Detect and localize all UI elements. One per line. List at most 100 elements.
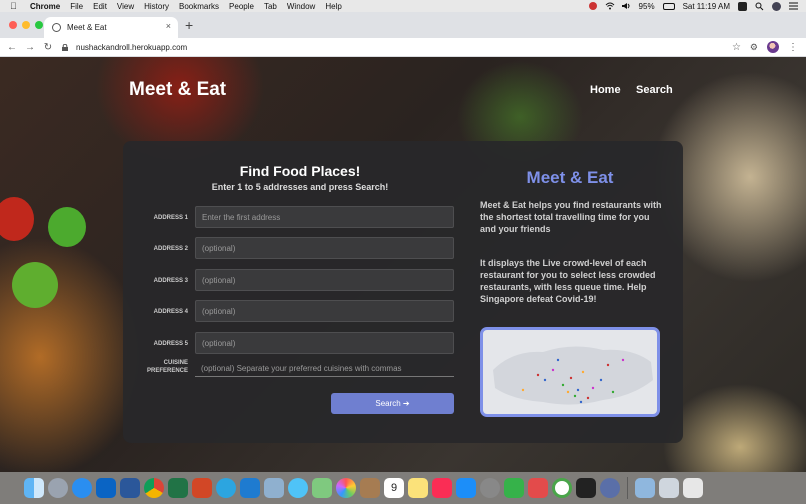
outlook-icon[interactable]	[96, 478, 116, 498]
address-5-input[interactable]: (optional)	[195, 332, 454, 354]
menu-bar:  Chrome File Edit View History Bookmark…	[0, 0, 806, 12]
safari-icon[interactable]	[72, 478, 92, 498]
singapore-crowd-map[interactable]	[480, 327, 660, 417]
about-paragraph-2: It displays the Live crowd-level of each…	[480, 258, 656, 304]
url-text: nushackandroll.herokuapp.com	[76, 43, 188, 52]
nav-search-link[interactable]: Search	[636, 84, 673, 96]
food-background-decoration	[48, 207, 86, 247]
close-window-button[interactable]	[9, 21, 17, 29]
photos-icon[interactable]	[336, 478, 356, 498]
about-paragraph-1: Meet & Eat helps you find restaurants wi…	[480, 200, 662, 234]
gift-icon[interactable]	[528, 478, 548, 498]
food-background-decoration	[0, 197, 34, 241]
maps-icon[interactable]	[312, 478, 332, 498]
profile-avatar[interactable]	[767, 41, 779, 53]
word-icon[interactable]	[120, 478, 140, 498]
notes-yellow-icon[interactable]	[408, 478, 428, 498]
browser-tab-strip: Meet & Eat × +	[0, 12, 806, 38]
address-3-input[interactable]: (optional)	[195, 269, 454, 291]
address-2-input[interactable]: (optional)	[195, 237, 454, 259]
search-button[interactable]: Search ➔	[331, 393, 454, 414]
web-page: Meet & Eat Home Search Find Food Places!…	[0, 57, 806, 472]
menu-window[interactable]: Window	[287, 2, 315, 11]
a-input-icon[interactable]	[738, 1, 747, 11]
powerpoint-icon[interactable]	[192, 478, 212, 498]
bookmark-star-icon[interactable]: ☆	[732, 42, 741, 53]
launchpad-icon[interactable]	[48, 478, 68, 498]
dock-separator	[627, 477, 628, 499]
cuisine-input[interactable]: (optional) Separate your preferred cuisi…	[195, 361, 454, 377]
address-3-label: ADDRESS 3	[153, 278, 188, 284]
battery-percent: 95%	[638, 1, 655, 11]
menu-bookmarks[interactable]: Bookmarks	[179, 2, 219, 11]
spotlight-icon[interactable]	[755, 2, 764, 11]
calendar-icon[interactable]: 9	[384, 478, 404, 498]
terminal-icon[interactable]	[576, 478, 596, 498]
menu-app-name[interactable]: Chrome	[30, 2, 60, 11]
chrome-icon[interactable]	[144, 478, 164, 498]
back-arrow-icon[interactable]: ←	[6, 41, 18, 53]
menu-people[interactable]: People	[229, 2, 254, 11]
menu-edit[interactable]: Edit	[93, 2, 107, 11]
menu-history[interactable]: History	[144, 2, 169, 11]
nav-home-link[interactable]: Home	[590, 84, 621, 96]
globe-icon	[52, 23, 61, 32]
search-card: Find Food Places! Enter 1 to 5 addresses…	[123, 141, 683, 443]
numbers-icon[interactable]	[504, 478, 524, 498]
music-icon[interactable]	[432, 478, 452, 498]
map-graphic	[493, 346, 653, 405]
address-2-label: ADDRESS 2	[153, 246, 188, 252]
browser-toolbar: ← → ↻ nushackandroll.herokuapp.com ☆ ⚙ ⋮	[0, 38, 806, 57]
about-title: Meet & Eat	[526, 168, 614, 187]
appstore-icon[interactable]	[456, 478, 476, 498]
address-1-label: ADDRESS 1	[153, 215, 188, 221]
forward-arrow-icon[interactable]: →	[24, 41, 36, 53]
notes-icon[interactable]	[360, 478, 380, 498]
system-preferences-icon[interactable]	[480, 478, 500, 498]
telegram-icon[interactable]	[216, 478, 236, 498]
menubar-clock[interactable]: Sat 11:19 AM	[683, 2, 730, 11]
address-1-input[interactable]: Enter the first address	[195, 206, 454, 228]
address-4-label: ADDRESS 4	[153, 309, 188, 315]
vscode-icon[interactable]	[240, 478, 260, 498]
address-4-input[interactable]: (optional)	[195, 300, 454, 322]
browser-tab[interactable]: Meet & Eat ×	[44, 17, 178, 38]
menu-help[interactable]: Help	[325, 2, 341, 11]
circle-icon[interactable]	[552, 478, 572, 498]
trash-icon[interactable]	[683, 478, 703, 498]
window-controls	[9, 21, 43, 29]
cuisine-label-line2: PREFERENCE	[146, 368, 188, 374]
macos-dock: 9	[0, 472, 806, 504]
battery-icon[interactable]	[662, 2, 675, 10]
more-menu-icon[interactable]: ⋮	[788, 42, 798, 53]
downloads-icon[interactable]	[659, 478, 679, 498]
apple-menu-icon[interactable]: 	[10, 1, 20, 11]
site-logo[interactable]: Meet & Eat	[129, 79, 226, 101]
form-title: Find Food Places!	[239, 163, 361, 179]
tab-close-icon[interactable]: ×	[166, 21, 171, 31]
menu-file[interactable]: File	[70, 2, 83, 11]
food-background-decoration	[12, 262, 58, 308]
wifi-icon[interactable]	[605, 2, 614, 10]
lock-icon	[62, 44, 68, 51]
menu-tab[interactable]: Tab	[264, 2, 277, 11]
activity-icon[interactable]	[600, 478, 620, 498]
minimize-window-button[interactable]	[22, 21, 30, 29]
messages-icon[interactable]	[288, 478, 308, 498]
finder-icon[interactable]	[24, 478, 44, 498]
new-tab-button[interactable]: +	[185, 17, 193, 33]
preview-icon[interactable]	[264, 478, 284, 498]
volume-icon[interactable]	[621, 2, 631, 10]
address-5-label: ADDRESS 5	[153, 341, 188, 347]
cuisine-label-line1: CUISINE	[163, 360, 188, 366]
zoom-window-button[interactable]	[35, 21, 43, 29]
folder-icon[interactable]	[635, 478, 655, 498]
user-avatar-icon[interactable]	[772, 1, 781, 11]
excel-icon[interactable]	[168, 478, 188, 498]
control-center-icon[interactable]	[789, 2, 798, 10]
record-icon[interactable]	[588, 2, 597, 10]
address-bar[interactable]: nushackandroll.herokuapp.com	[62, 40, 752, 55]
menu-view[interactable]: View	[117, 2, 134, 11]
extensions-icon[interactable]: ⚙	[750, 42, 758, 53]
reload-icon[interactable]: ↻	[42, 41, 54, 53]
